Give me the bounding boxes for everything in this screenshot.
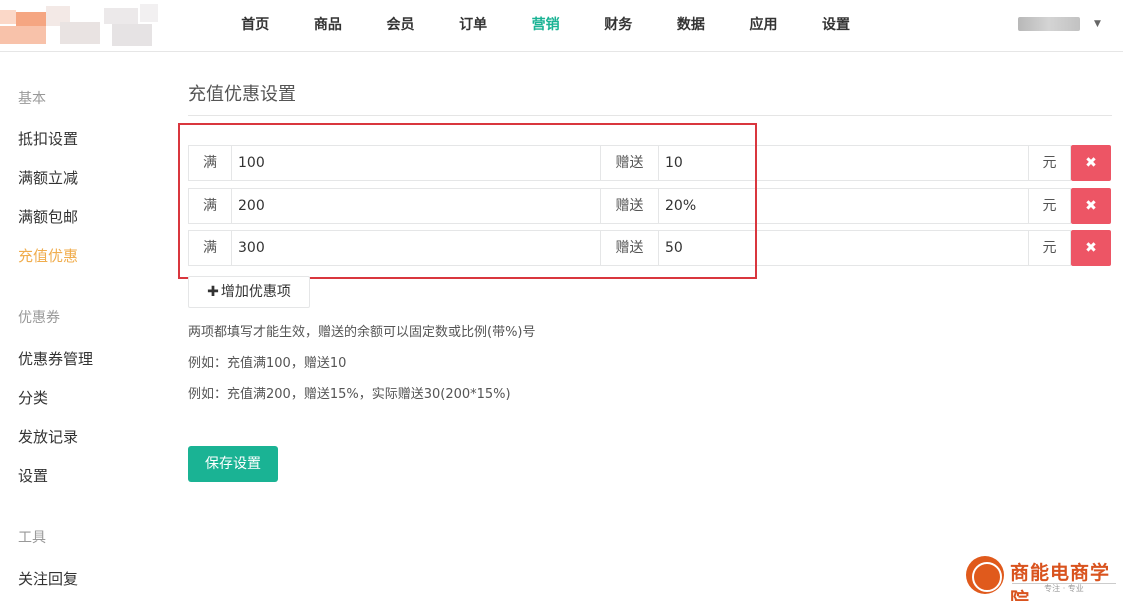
user-name-blurred [1018, 17, 1080, 31]
recharge-rule-row: 满 100 赠送 10 元 ✖ [188, 145, 1111, 181]
gift-input[interactable]: 10 [658, 145, 1029, 181]
hint-example: 例如：充值满200，赠送15%，实际赠送30(200*15%) [188, 387, 511, 402]
close-icon: ✖ [1085, 155, 1097, 171]
nav-item-goods[interactable]: 商品 [292, 0, 365, 50]
watermark-subtitle: 专注 · 专业 [1012, 583, 1116, 594]
close-icon: ✖ [1085, 198, 1097, 214]
unit-label: 元 [1028, 230, 1071, 266]
sidebar-item-deduction[interactable]: 抵扣设置 [18, 128, 78, 149]
sidebar-item-full-reduction[interactable]: 满额立减 [18, 167, 78, 188]
sidebar-item-category[interactable]: 分类 [18, 387, 48, 408]
add-rule-label: 增加优惠项 [220, 284, 291, 300]
watermark-logo: 商能电商学院 专注 · 专业 [966, 556, 1118, 601]
sidebar-item-recharge[interactable]: 充值优惠 [18, 245, 78, 266]
page-title: 充值优惠设置 [188, 84, 296, 105]
hint-example: 例如：充值满100，赠送10 [188, 356, 347, 371]
amount-input[interactable]: 300 [231, 230, 601, 266]
gift-label: 赠送 [600, 188, 659, 224]
plus-icon: ✚ [207, 284, 219, 300]
recharge-rule-row: 满 200 赠送 20% 元 ✖ [188, 188, 1111, 224]
prefix-label: 满 [188, 230, 232, 266]
seal-icon [966, 556, 1004, 594]
sidebar-group-basic: 基本 [18, 91, 46, 107]
nav-item-home[interactable]: 首页 [219, 0, 292, 50]
logo[interactable] [0, 0, 170, 50]
add-rule-button[interactable]: ✚ 增加优惠项 [188, 276, 310, 308]
gift-label: 赠送 [600, 230, 659, 266]
sidebar-item-coupon-settings[interactable]: 设置 [18, 465, 48, 486]
unit-label: 元 [1028, 145, 1071, 181]
nav-item-apps[interactable]: 应用 [727, 0, 800, 50]
nav-item-finance[interactable]: 财务 [582, 0, 655, 50]
top-navbar: 首页 商品 会员 订单 营销 财务 数据 应用 设置 ▼ [0, 0, 1123, 52]
sidebar-item-follow-reply[interactable]: 关注回复 [18, 568, 78, 589]
amount-input[interactable]: 100 [231, 145, 601, 181]
amount-input[interactable]: 200 [231, 188, 601, 224]
prefix-label: 满 [188, 188, 232, 224]
nav-item-data[interactable]: 数据 [655, 0, 728, 50]
sidebar-item-coupon-manage[interactable]: 优惠券管理 [18, 348, 93, 369]
sidebar-item-issue-records[interactable]: 发放记录 [18, 426, 78, 447]
recharge-rule-row: 满 300 赠送 50 元 ✖ [188, 230, 1111, 266]
main-nav: 首页 商品 会员 订单 营销 财务 数据 应用 设置 [219, 0, 872, 50]
watermark-text: 商能电商学院 [1010, 562, 1111, 601]
title-divider [188, 115, 1112, 116]
unit-label: 元 [1028, 188, 1071, 224]
nav-item-members[interactable]: 会员 [364, 0, 437, 50]
save-settings-button[interactable]: 保存设置 [188, 446, 278, 482]
gift-input[interactable]: 50 [658, 230, 1029, 266]
delete-row-button[interactable]: ✖ [1071, 230, 1111, 266]
sidebar-group-coupons: 优惠券 [18, 310, 60, 326]
nav-item-marketing[interactable]: 营销 [509, 0, 582, 50]
gift-label: 赠送 [600, 145, 659, 181]
caret-down-icon: ▼ [1094, 19, 1101, 29]
delete-row-button[interactable]: ✖ [1071, 188, 1111, 224]
user-menu[interactable]: ▼ [1018, 16, 1101, 32]
nav-item-settings[interactable]: 设置 [800, 0, 873, 50]
close-icon: ✖ [1085, 240, 1097, 256]
delete-row-button[interactable]: ✖ [1071, 145, 1111, 181]
gift-input[interactable]: 20% [658, 188, 1029, 224]
sidebar: 基本 抵扣设置 满额立减 满额包邮 充值优惠 优惠券 优惠券管理 分类 发放记录… [0, 52, 160, 601]
sidebar-group-tools: 工具 [18, 530, 46, 546]
hint-text: 两项都填写才能生效，赠送的余额可以固定数或比例(带%)号 [188, 325, 536, 340]
prefix-label: 满 [188, 145, 232, 181]
nav-item-orders[interactable]: 订单 [437, 0, 510, 50]
sidebar-item-free-shipping[interactable]: 满额包邮 [18, 206, 78, 227]
